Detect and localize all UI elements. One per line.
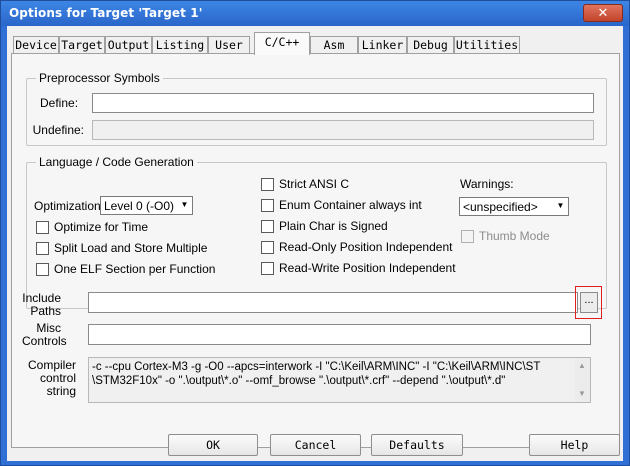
preprocessor-group: Preprocessor Symbols Define: Undefine: [26, 71, 607, 146]
tab-linker[interactable]: Linker [358, 36, 407, 54]
include-label: Include Paths [22, 292, 61, 318]
optimize-time-label: Optimize for Time [54, 220, 149, 234]
ok-button[interactable]: OK [168, 434, 258, 456]
one-elf-label: One ELF Section per Function [54, 262, 216, 276]
language-group-label: Language / Code Generation [36, 155, 197, 169]
warnings-value: <unspecified> [463, 200, 538, 214]
compiler-scrollbar[interactable]: ▲ ▼ [575, 358, 590, 402]
tab-listing[interactable]: Listing [152, 36, 208, 54]
tab-user[interactable]: User [208, 36, 250, 54]
misc-controls-field[interactable] [88, 324, 591, 345]
chevron-down-icon: ▼ [556, 201, 565, 210]
misc-label-line2: Controls [22, 334, 67, 348]
warnings-label: Warnings: [460, 177, 514, 191]
include-label-line1: Include [22, 291, 61, 305]
tab-utilities[interactable]: Utilities [454, 36, 520, 54]
enum-container-label: Enum Container always int [279, 198, 422, 212]
misc-label-line1: Misc [36, 321, 61, 335]
undefine-label: Undefine: [32, 123, 84, 137]
tab-output[interactable]: Output [105, 36, 152, 54]
misc-label: Misc Controls [22, 321, 67, 348]
split-load-label: Split Load and Store Multiple [54, 241, 208, 255]
warnings-select[interactable]: <unspecified> ▼ [459, 197, 569, 216]
compiler-line-1: -c --cpu Cortex-M3 -g -O0 --apcs=interwo… [92, 361, 541, 373]
compiler-line-2: \STM32F10x" -o ".\output\*.o" --omf_brow… [92, 375, 506, 387]
scroll-up-icon[interactable]: ▲ [575, 359, 589, 373]
thumb-mode-label: Thumb Mode [479, 229, 550, 243]
title-bar[interactable]: Options for Target 'Target 1' ✕ [1, 1, 629, 26]
close-button[interactable]: ✕ [583, 4, 623, 22]
optimize-time-checkbox[interactable] [36, 221, 49, 234]
language-group: Language / Code Generation Optimization:… [26, 155, 607, 309]
define-field[interactable] [92, 93, 594, 113]
rwpi-label: Read-Write Position Independent [279, 261, 456, 275]
compiler-control-string: -c --cpu Cortex-M3 -g -O0 --apcs=interwo… [88, 357, 591, 403]
split-load-checkbox[interactable] [36, 242, 49, 255]
help-button[interactable]: Help [529, 434, 620, 456]
cancel-button[interactable]: Cancel [270, 434, 361, 456]
compiler-label-line1: Compiler [27, 358, 76, 372]
compiler-label-line2: control [39, 371, 76, 385]
include-paths-field[interactable] [88, 292, 578, 313]
tab-target[interactable]: Target [59, 36, 105, 54]
tab-cpp[interactable]: C/C++ [254, 32, 310, 55]
compiler-label: Compiler control string [18, 359, 76, 398]
optimization-value: Level 0 (-O0) [104, 199, 175, 213]
preprocessor-group-label: Preprocessor Symbols [36, 71, 163, 85]
one-elf-checkbox[interactable] [36, 263, 49, 276]
plain-char-label: Plain Char is Signed [279, 219, 388, 233]
rwpi-checkbox[interactable] [261, 262, 274, 275]
strict-ansi-checkbox[interactable] [261, 178, 274, 191]
options-dialog: Options for Target 'Target 1' ✕ Device T… [0, 0, 630, 466]
ropi-label: Read-Only Position Independent [279, 240, 453, 254]
plain-char-checkbox[interactable] [261, 220, 274, 233]
dialog-client: Device Target Output Listing User C/C++ … [7, 26, 623, 461]
close-icon: ✕ [597, 6, 609, 21]
compiler-label-line3: string [46, 384, 76, 398]
tab-device[interactable]: Device [13, 36, 59, 54]
optimization-label: Optimization: [34, 199, 105, 213]
undefine-field[interactable] [92, 120, 594, 140]
defaults-button[interactable]: Defaults [371, 434, 463, 456]
cpp-tab-panel: Preprocessor Symbols Define: Undefine: L… [11, 53, 620, 448]
ropi-checkbox[interactable] [261, 241, 274, 254]
include-label-line2: Paths [30, 304, 61, 318]
chevron-down-icon: ▼ [180, 200, 189, 209]
window-title: Options for Target 'Target 1' [9, 6, 203, 20]
tab-asm[interactable]: Asm [310, 36, 358, 54]
define-label: Define: [40, 96, 79, 110]
scroll-down-icon[interactable]: ▼ [575, 387, 589, 401]
strict-ansi-label: Strict ANSI C [279, 177, 350, 191]
tab-debug[interactable]: Debug [407, 36, 454, 54]
optimization-select[interactable]: Level 0 (-O0) ▼ [100, 196, 193, 215]
enum-container-checkbox[interactable] [261, 199, 274, 212]
highlight-box [575, 286, 602, 319]
thumb-mode-checkbox[interactable] [461, 230, 474, 243]
